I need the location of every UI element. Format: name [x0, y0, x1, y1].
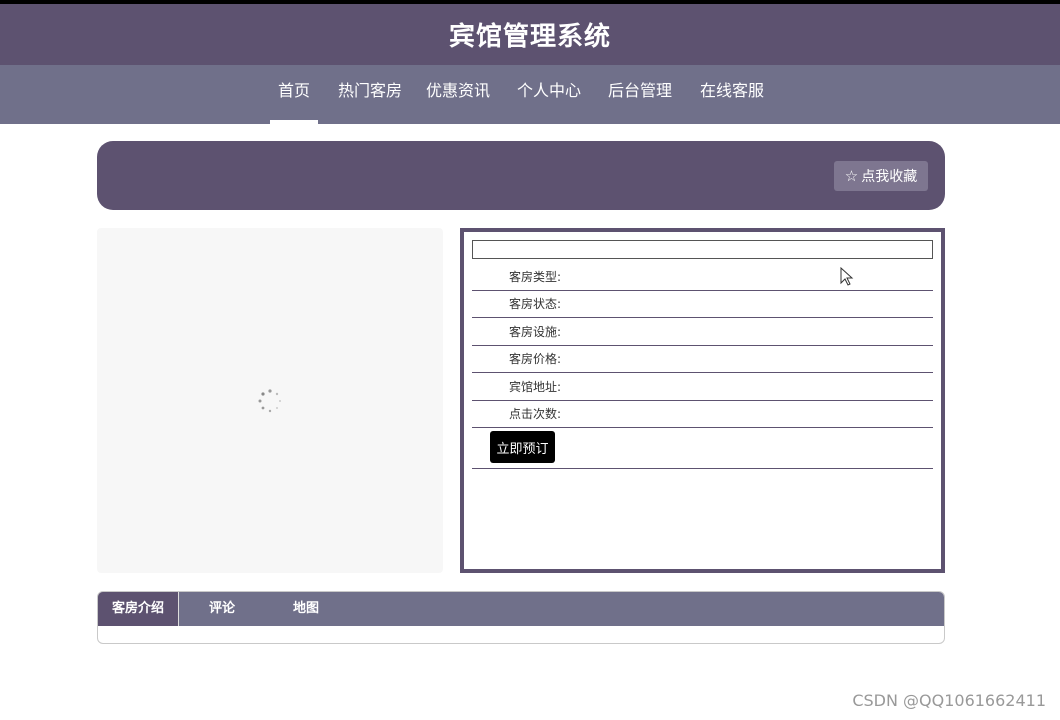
- room-type-row: 客房类型:: [472, 263, 933, 291]
- click-count-label: 点击次数:: [509, 407, 562, 421]
- tabs-header: 客房介绍 评论 地图: [98, 592, 944, 626]
- room-price-row: 客房价格:: [472, 345, 933, 373]
- nav-item-admin[interactable]: 后台管理: [605, 65, 675, 124]
- star-outline-icon: ☆: [844, 166, 859, 185]
- room-price-label: 客房价格:: [509, 352, 562, 366]
- room-status-row: 客房状态:: [472, 290, 933, 318]
- detail-banner: ☆ 点我收藏: [97, 141, 945, 210]
- tab-room-intro[interactable]: 客房介绍: [98, 592, 179, 626]
- nav-item-hot-rooms[interactable]: 热门客房: [335, 65, 405, 124]
- booking-row: 立即预订: [472, 425, 933, 469]
- favorite-button[interactable]: ☆ 点我收藏: [834, 161, 928, 191]
- tab-comments[interactable]: 评论: [188, 592, 256, 626]
- hotel-address-row: 宾馆地址:: [472, 373, 933, 401]
- header: 宾馆管理系统: [0, 4, 1060, 65]
- loading-spinner-icon: [258, 389, 281, 413]
- hotel-address-label: 宾馆地址:: [509, 380, 562, 394]
- click-count-row: 点击次数:: [472, 400, 933, 428]
- room-facilities-label: 客房设施:: [509, 325, 562, 339]
- room-name: [472, 240, 933, 259]
- detail-tabs: 客房介绍 评论 地图: [97, 591, 945, 644]
- room-status-label: 客房状态:: [509, 297, 562, 311]
- nav-item-home[interactable]: 首页: [270, 65, 318, 124]
- nav-item-profile[interactable]: 个人中心: [514, 65, 584, 124]
- nav-item-promotions[interactable]: 优惠资讯: [423, 65, 493, 124]
- main-nav: 首页 热门客房 优惠资讯 个人中心 后台管理 在线客服: [0, 65, 1060, 124]
- mouse-cursor-icon: [840, 267, 854, 286]
- watermark: CSDN @QQ1061662411: [852, 691, 1046, 710]
- book-now-button[interactable]: 立即预订: [490, 431, 555, 463]
- room-type-label: 客房类型:: [509, 270, 562, 284]
- site-title: 宾馆管理系统: [448, 22, 611, 52]
- tab-map[interactable]: 地图: [272, 592, 340, 626]
- room-info-panel: 客房类型: 客房状态: 客房设施: 客房价格: 宾馆地址: 点击次数: 立即预订: [460, 228, 945, 573]
- room-facilities-row: 客房设施:: [472, 318, 933, 346]
- nav-item-online-service[interactable]: 在线客服: [697, 65, 767, 124]
- favorite-label: 点我收藏: [861, 169, 918, 185]
